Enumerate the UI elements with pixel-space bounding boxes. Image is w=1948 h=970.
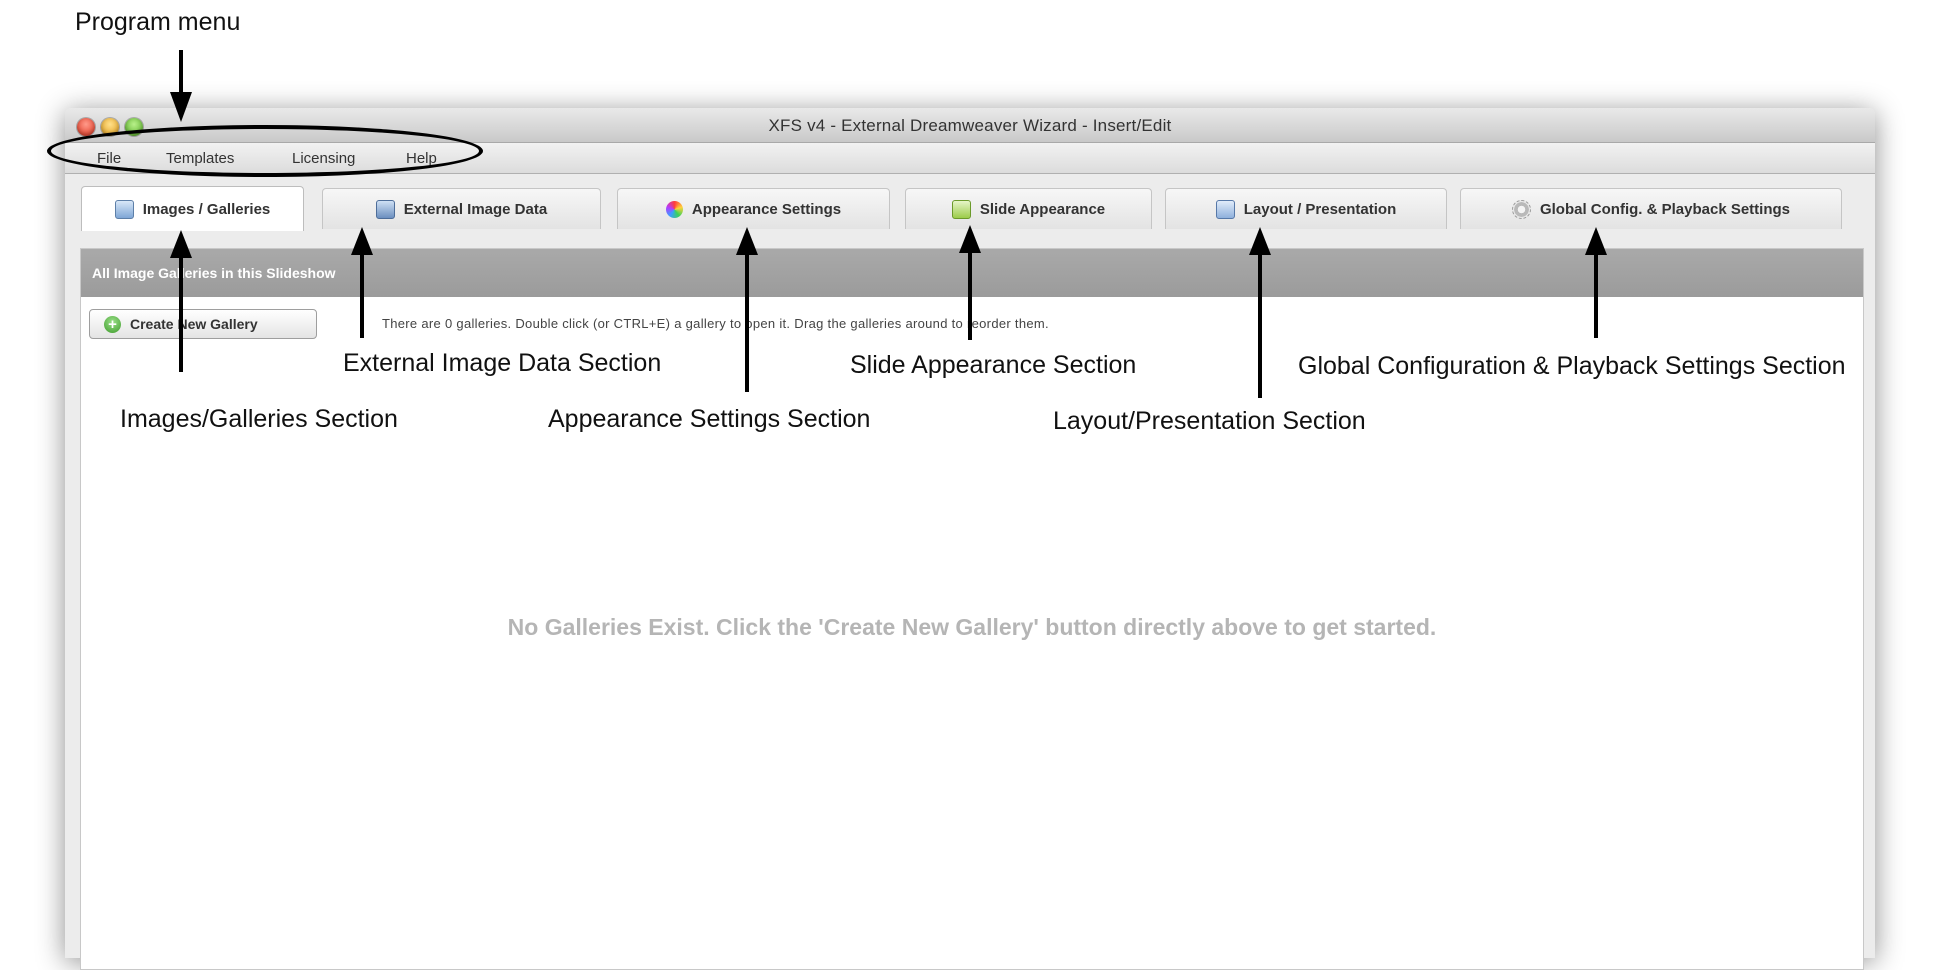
annotation-images-galleries: Images/Galleries Section (120, 405, 398, 433)
annotation-slide-appearance: Slide Appearance Section (850, 351, 1137, 379)
annotation-external-image-data: External Image Data Section (343, 349, 662, 377)
annotation-global-config: Global Configuration & Playback Settings… (1298, 352, 1846, 380)
annotation-program-menu: Program menu (75, 8, 241, 36)
annotation-arrows (170, 50, 1607, 398)
annotation-layout-presentation: Layout/Presentation Section (1053, 407, 1366, 435)
annotation-appearance-settings: Appearance Settings Section (548, 405, 871, 433)
